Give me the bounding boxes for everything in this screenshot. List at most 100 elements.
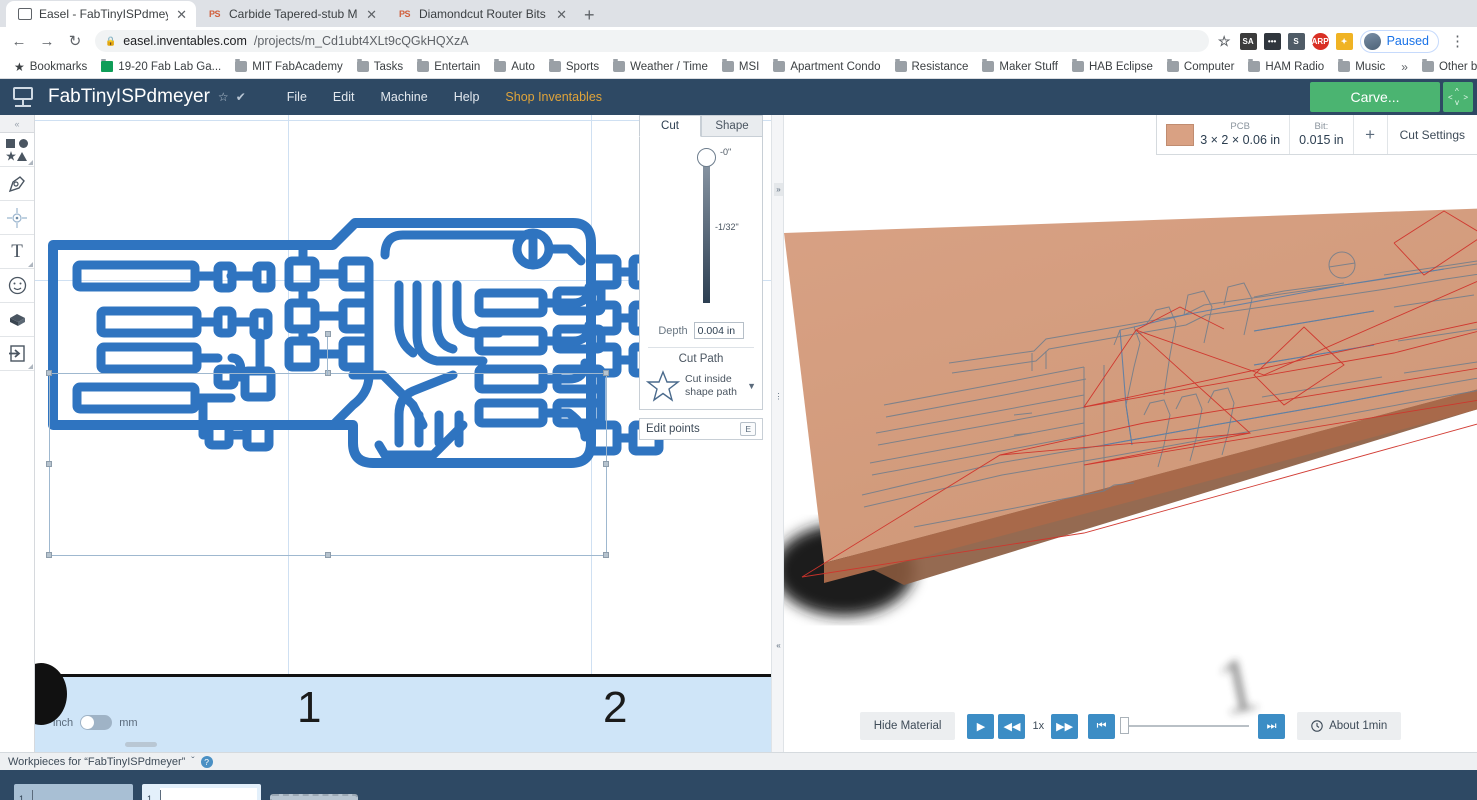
shop-inventables-link[interactable]: Shop Inventables <box>492 84 615 110</box>
hide-material-button[interactable]: Hide Material <box>859 712 956 740</box>
address-bar[interactable]: 🔒 easel.inventables.com/projects/m_Cd1ub… <box>95 30 1209 52</box>
fast-forward-button[interactable]: ▶▶ <box>1051 713 1079 739</box>
menu-file[interactable]: File <box>274 84 320 110</box>
cut-settings-button[interactable]: Cut Settings <box>1388 115 1477 154</box>
bookmark-item[interactable]: Resistance <box>889 59 975 75</box>
selection-handle[interactable] <box>603 461 609 467</box>
arp-extension-icon[interactable]: ARP <box>1311 32 1329 50</box>
shapes-tool[interactable] <box>0 133 34 167</box>
dark-extension-icon[interactable]: ••• <box>1263 32 1281 50</box>
panel-splitter[interactable]: » ⋮ « <box>771 115 784 752</box>
selection-handle[interactable] <box>46 370 52 376</box>
new-tab-button[interactable]: + <box>584 6 595 24</box>
rotation-handle[interactable] <box>325 331 331 337</box>
fullscreen-toggle-icon[interactable]: ^ < > v <box>1443 82 1473 112</box>
tab-shape[interactable]: Shape <box>701 115 763 137</box>
icon-library-tool[interactable] <box>0 269 34 303</box>
browser-tab-1[interactable]: PS Carbide Tapered-stub Micro- ✕ <box>196 1 386 27</box>
bookmark-item[interactable]: Auto <box>488 59 541 75</box>
browser-tab-0[interactable]: Easel - FabTinyISPdmeyer ✕ <box>6 1 196 27</box>
bookmark-item[interactable]: Music <box>1332 59 1391 75</box>
sa-extension-icon[interactable]: SA <box>1239 32 1257 50</box>
add-bit-button[interactable]: + <box>1354 115 1388 154</box>
splitter-expand-icon[interactable]: » <box>774 183 783 196</box>
tab-close-icon[interactable]: ✕ <box>365 8 378 21</box>
menu-edit[interactable]: Edit <box>320 84 368 110</box>
edit-points-button[interactable]: Edit points E <box>639 418 763 440</box>
time-estimate[interactable]: About 1min <box>1297 712 1402 740</box>
workpiece-thumbnail-1[interactable]: 1 1 2 <box>14 783 133 800</box>
play-button[interactable]: ▶ <box>967 713 995 739</box>
selection-handle[interactable] <box>46 552 52 558</box>
simulation-scrubber[interactable] <box>1120 717 1250 734</box>
horizontal-scrollbar[interactable] <box>125 742 157 747</box>
depth-slider-track[interactable] <box>703 163 710 303</box>
profile-chip[interactable]: Paused <box>1359 29 1439 53</box>
design-canvas[interactable]: 1 2 inch mm + − <box>35 115 1477 752</box>
edit-points-label: Edit points <box>646 423 700 435</box>
reload-icon[interactable]: ↻ <box>62 28 88 54</box>
bookmark-item[interactable]: Tasks <box>351 59 409 75</box>
workpiece-thumbnail-2[interactable]: 1 1 2 <box>142 783 261 800</box>
unit-toggle[interactable]: inch mm <box>53 715 138 730</box>
bookmark-item[interactable]: Entertain <box>411 59 486 75</box>
selection-handle[interactable] <box>325 552 331 558</box>
center-target-tool[interactable] <box>0 201 34 235</box>
pen-tool[interactable] <box>0 167 34 201</box>
cut-path-selector[interactable]: Cut inside shape path ▼ <box>645 369 756 403</box>
carve-button[interactable]: Carve... <box>1310 82 1440 112</box>
honey-extension-icon[interactable]: ✦ <box>1335 32 1353 50</box>
unit-switch[interactable] <box>80 715 113 730</box>
bookmarks-overflow-icon[interactable]: » <box>1395 60 1414 74</box>
depth-slider[interactable]: -0ʺ -1/32ʺ <box>646 145 756 320</box>
other-bookmarks[interactable]: Other bookmarks <box>1416 59 1477 75</box>
rewind-button[interactable]: ◀◀ <box>998 713 1026 739</box>
menu-help[interactable]: Help <box>441 84 493 110</box>
selection-handle[interactable] <box>603 370 609 376</box>
bookmark-item[interactable]: HAM Radio <box>1242 59 1330 75</box>
tab-close-icon[interactable]: ✕ <box>175 8 188 21</box>
bookmark-star-icon[interactable]: ☆ <box>1216 33 1233 50</box>
browser-menu-icon[interactable]: ⋮ <box>1446 32 1469 50</box>
splitter-collapse-icon[interactable]: « <box>774 639 783 652</box>
selection-handle[interactable] <box>603 552 609 558</box>
back-icon[interactable]: ← <box>6 28 32 54</box>
favorite-star-icon[interactable]: ☆ <box>218 90 229 104</box>
workpieces-caret-icon[interactable]: ˇ <box>191 756 194 767</box>
depth-slider-handle[interactable] <box>697 148 716 167</box>
rail-collapse-icon[interactable]: « <box>0 115 34 133</box>
material-selector[interactable]: PCB 3 × 2 × 0.06 in <box>1157 115 1291 154</box>
bookmark-item[interactable]: Apartment Condo <box>767 59 886 75</box>
chevron-down-icon[interactable]: ▼ <box>747 381 756 391</box>
s-extension-icon[interactable]: S <box>1287 32 1305 50</box>
selection-handle[interactable] <box>46 461 52 467</box>
bookmark-item[interactable]: Weather / Time <box>607 59 714 75</box>
bookmark-item[interactable]: Sports <box>543 59 605 75</box>
tab-cut[interactable]: Cut <box>639 115 701 137</box>
selection-handle[interactable] <box>325 370 331 376</box>
forward-icon[interactable]: → <box>34 28 60 54</box>
bookmark-item[interactable]: MIT FabAcademy <box>229 59 349 75</box>
tab-close-icon[interactable]: ✕ <box>555 8 568 21</box>
scrubber-handle[interactable] <box>1120 717 1130 734</box>
three-d-preview[interactable]: 1 PCB 3 × 2 × 0.06 in Bit: 0.015 in + Cu… <box>784 115 1477 752</box>
text-tool[interactable]: T <box>0 235 34 269</box>
apps-tool[interactable] <box>0 303 34 337</box>
menu-machine[interactable]: Machine <box>367 84 440 110</box>
bookmark-item[interactable]: HAB Eclipse <box>1066 59 1159 75</box>
easel-logo-icon[interactable] <box>12 87 34 107</box>
add-workpiece-button[interactable] <box>270 793 358 800</box>
bookmark-item[interactable]: Maker Stuff <box>976 59 1064 75</box>
browser-tab-2[interactable]: PS Diamondcut Router Bits Feed ✕ <box>386 1 576 27</box>
bookmark-item[interactable]: 19-20 Fab Lab Ga... <box>95 59 227 75</box>
help-icon[interactable]: ? <box>200 755 213 768</box>
bookmark-item[interactable]: Computer <box>1161 59 1241 75</box>
bit-selector[interactable]: Bit: 0.015 in <box>1290 115 1354 154</box>
bookmark-item[interactable]: MSI <box>716 59 765 75</box>
depth-input[interactable]: 0.004 in <box>693 322 744 339</box>
bookmark-root[interactable]: ★ Bookmarks <box>8 58 93 76</box>
skip-to-start-button[interactable]: ⏮ <box>1088 713 1116 739</box>
import-tool[interactable] <box>0 337 34 371</box>
splitter-grip-icon[interactable]: ⋮ <box>774 390 783 403</box>
skip-to-end-button[interactable]: ⏭ <box>1258 713 1286 739</box>
